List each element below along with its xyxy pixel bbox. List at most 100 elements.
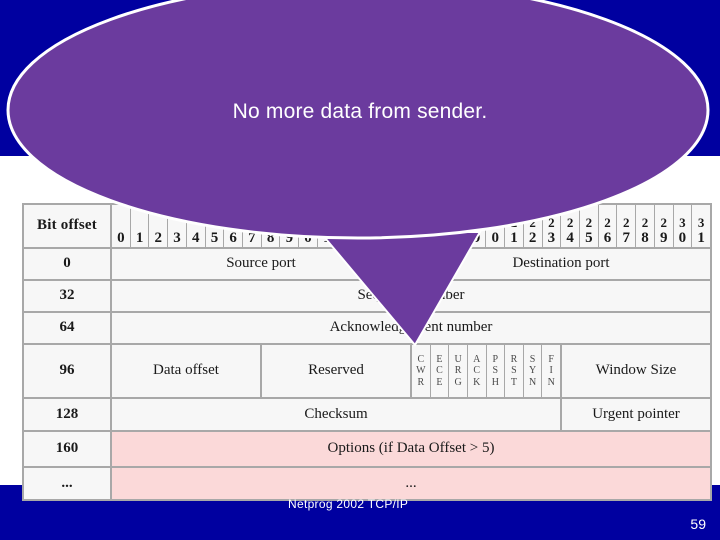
bit-cell-8: 08 bbox=[261, 205, 281, 247]
field-window-size: Window Size bbox=[560, 343, 712, 399]
flag-letter: A bbox=[473, 354, 481, 366]
bit-cell-23: 23 bbox=[542, 205, 562, 247]
bit-digit-high: 1 bbox=[360, 214, 368, 230]
bit-digit-low: 8 bbox=[266, 229, 275, 246]
bit-cell-30: 30 bbox=[673, 205, 693, 247]
bit-cell-29: 29 bbox=[654, 205, 674, 247]
bit-digit-high: 2 bbox=[585, 214, 593, 230]
field-data-offset: Data offset bbox=[110, 343, 262, 399]
table-row-offset-160: 160 Options (if Data Offset > 5) bbox=[22, 430, 712, 468]
row-label-64: 64 bbox=[22, 311, 112, 345]
bit-cell-19: 19 bbox=[467, 205, 487, 247]
field-reserved: Reserved bbox=[260, 343, 412, 399]
bit-cell-3: 03 bbox=[168, 205, 187, 247]
flag-letter: S bbox=[511, 365, 517, 377]
bit-digit-high: 2 bbox=[548, 214, 555, 230]
tcp-flags-strip: CWRECEURGACKPSHRSTSYNFIN bbox=[412, 345, 560, 397]
bit-digit-low: 7 bbox=[435, 229, 443, 246]
flag-letter: E bbox=[436, 376, 443, 388]
bit-cell-24: 24 bbox=[561, 205, 580, 247]
bit-number-strip-cell: 0001020304050607080910111213141516171819… bbox=[110, 203, 712, 249]
flag-letter: G bbox=[454, 376, 462, 388]
flags-strip-cell: CWRECEURGACKPSHRSTSYNFIN bbox=[410, 343, 562, 399]
flag-letter: W bbox=[416, 365, 426, 377]
bit-digit-low: 3 bbox=[547, 229, 556, 246]
bit-digit-high: 1 bbox=[379, 214, 387, 230]
flag-letter: R bbox=[417, 376, 425, 388]
bit-digit-high: 1 bbox=[342, 214, 349, 230]
bit-cell-6: 06 bbox=[224, 205, 244, 247]
table-row-bit-offsets: Bit offset 00010203040506070809101112131… bbox=[22, 203, 712, 249]
bit-digit-low: 6 bbox=[229, 229, 237, 246]
flag-letter: C bbox=[473, 365, 481, 377]
flag-letter: R bbox=[454, 365, 462, 377]
bit-cell-11: 11 bbox=[317, 205, 337, 247]
top-blue-band bbox=[0, 0, 720, 156]
bit-digit-low: 1 bbox=[697, 229, 705, 246]
bit-digit-low: 8 bbox=[641, 229, 649, 246]
bit-cell-12: 12 bbox=[336, 205, 356, 247]
bit-cell-10: 10 bbox=[299, 205, 318, 247]
table-row-offset-96: 96 Data offset Reserved CWRECEURGACKPSHR… bbox=[22, 343, 712, 399]
flag-rst: RST bbox=[505, 345, 524, 397]
bit-digit-low: 5 bbox=[397, 229, 406, 246]
field-sequence-number: Sequence number bbox=[110, 279, 712, 313]
bit-digit-high: 3 bbox=[697, 214, 705, 230]
flag-letter: H bbox=[491, 376, 499, 388]
bit-cell-28: 28 bbox=[636, 205, 655, 247]
bit-digit-low: 1 bbox=[323, 229, 331, 246]
bit-digit-low: 9 bbox=[472, 229, 481, 246]
flag-letter: C bbox=[436, 365, 443, 377]
bit-digit-low: 2 bbox=[341, 229, 350, 246]
bit-digit-low: 1 bbox=[510, 229, 518, 246]
bit-digit-high: 1 bbox=[304, 214, 312, 230]
field-options-continued: ... bbox=[110, 466, 712, 501]
flag-letter: U bbox=[454, 354, 462, 366]
bit-digit-low: 3 bbox=[173, 229, 181, 246]
slide-canvas: Bit offset 00010203040506070809101112131… bbox=[0, 0, 720, 540]
bit-digit-low: 7 bbox=[622, 229, 631, 246]
field-options: Options (if Data Offset > 5) bbox=[110, 430, 712, 468]
bit-digit-low: 5 bbox=[585, 229, 593, 246]
bit-cell-21: 21 bbox=[505, 205, 524, 247]
tcp-header-diagram: Bit offset 00010203040506070809101112131… bbox=[22, 203, 712, 501]
bit-cell-17: 17 bbox=[430, 205, 449, 247]
bit-digit-low: 2 bbox=[154, 229, 163, 246]
flag-ack: ACK bbox=[467, 345, 487, 397]
bit-digit-high: 2 bbox=[623, 214, 630, 230]
bit-digit-low: 0 bbox=[304, 229, 312, 246]
bit-number-strip: 0001020304050607080910111213141516171819… bbox=[112, 205, 710, 247]
bit-cell-7: 07 bbox=[243, 205, 262, 247]
flag-syn: SYN bbox=[523, 345, 543, 397]
bit-digit-high: 2 bbox=[529, 214, 536, 230]
bit-cell-0: 00 bbox=[112, 205, 131, 247]
flag-letter: S bbox=[492, 365, 499, 377]
bit-digit-low: 0 bbox=[491, 229, 499, 246]
bit-digit-high: 1 bbox=[435, 214, 443, 230]
callout-text: No more data from sender. bbox=[232, 100, 488, 123]
bit-digit-high: 2 bbox=[604, 214, 611, 230]
bit-digit-high: 1 bbox=[398, 214, 405, 230]
row-label-0: 0 bbox=[22, 247, 112, 281]
bit-cell-25: 25 bbox=[579, 205, 599, 247]
bit-digit-high: 1 bbox=[323, 214, 331, 230]
bit-cell-20: 20 bbox=[486, 205, 506, 247]
flag-fin: FIN bbox=[542, 345, 560, 397]
flag-letter: S bbox=[529, 354, 536, 366]
bit-digit-high: 2 bbox=[566, 214, 574, 230]
bit-digit-high: 1 bbox=[454, 214, 462, 230]
bit-cell-14: 14 bbox=[374, 205, 393, 247]
bit-digit-low: 0 bbox=[117, 229, 125, 246]
bit-cell-26: 26 bbox=[598, 205, 618, 247]
bit-digit-low: 9 bbox=[659, 229, 668, 246]
flag-letter: E bbox=[436, 354, 443, 366]
table-row-offset-64: 64 Acknowledgement number bbox=[22, 311, 712, 345]
row-label-160: 160 bbox=[22, 430, 112, 468]
flag-letter: I bbox=[549, 365, 553, 377]
table-row-offset-32: 32 Sequence number bbox=[22, 279, 712, 313]
bit-cell-15: 15 bbox=[392, 205, 412, 247]
bit-offset-label: Bit offset bbox=[37, 217, 97, 234]
flag-letter: P bbox=[492, 354, 499, 366]
flag-letter: K bbox=[473, 376, 481, 388]
field-urgent-pointer: Urgent pointer bbox=[560, 397, 712, 432]
